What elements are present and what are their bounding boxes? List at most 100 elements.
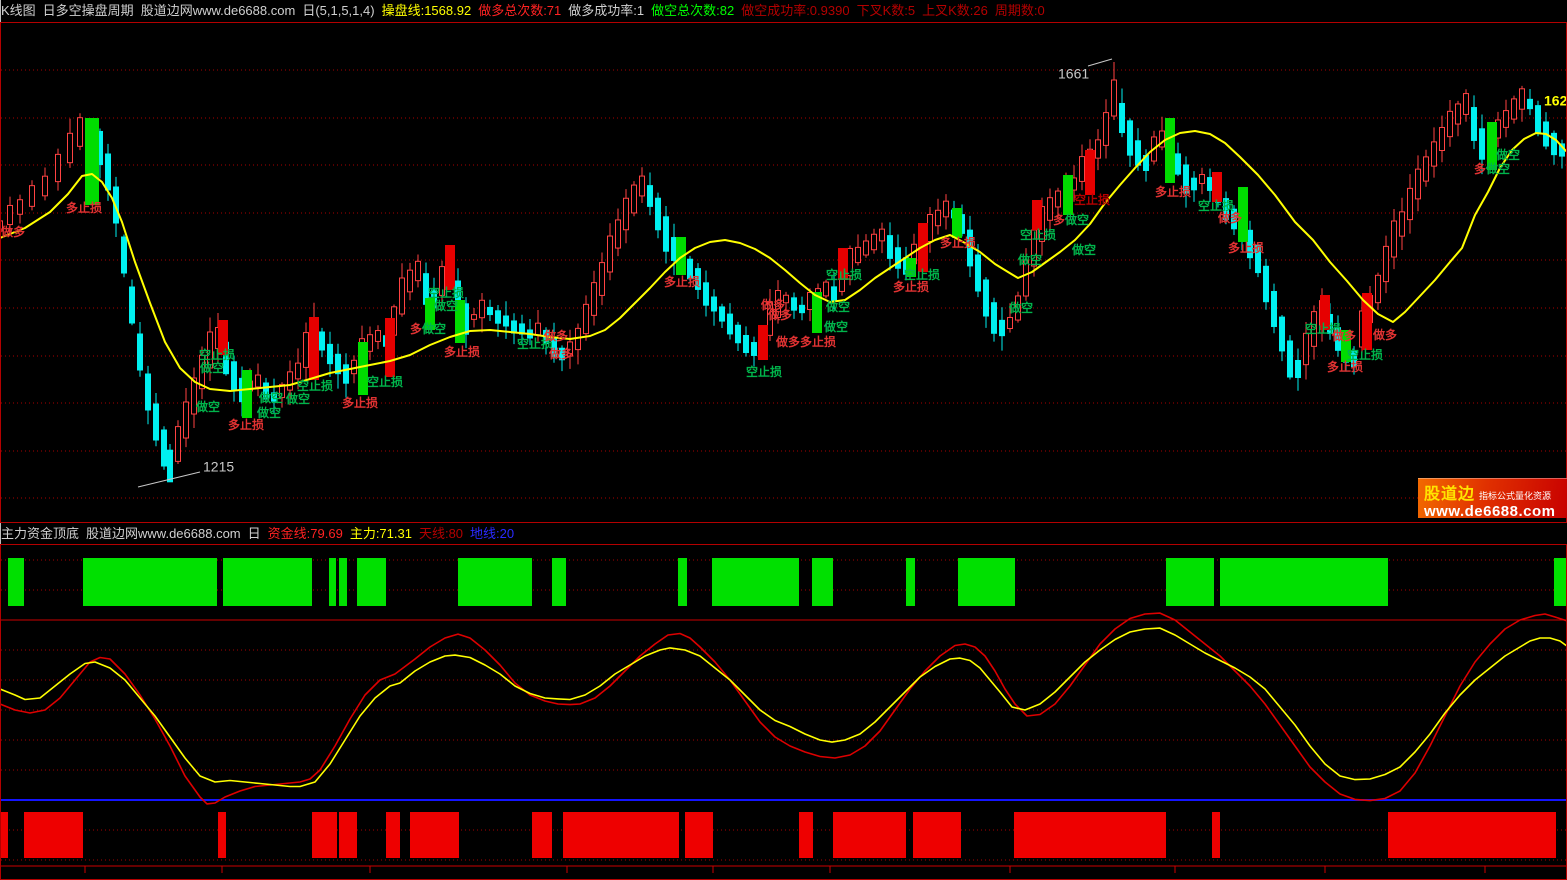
header-stat: 日 [248, 526, 261, 541]
short-phase-band [799, 812, 813, 858]
candle-up [1048, 198, 1053, 221]
long-phase-band [1220, 558, 1388, 606]
long-phase-band [357, 558, 386, 606]
candle-down [328, 344, 333, 363]
signal-label: 做多 [1217, 210, 1242, 225]
candle-up [1424, 157, 1429, 181]
short-phase-band [339, 812, 357, 858]
signal-label: 做空 [825, 299, 850, 314]
header-stat: K线图 [1, 3, 36, 18]
candle-up [1400, 212, 1405, 236]
header-stat: 天线:80 [419, 526, 463, 541]
signal-label: 空止损 [826, 267, 862, 282]
candle-up [296, 363, 301, 379]
candle-up [944, 201, 949, 217]
candle-down [1120, 103, 1125, 132]
signal-label: 做空 [199, 360, 224, 375]
candle-down [1264, 266, 1269, 301]
long-stop-signal-bar [309, 317, 319, 380]
signal-label: 做多 [1372, 327, 1397, 342]
candle-up [288, 372, 293, 390]
header-stat: 股道边网www.de6688.com [141, 3, 296, 18]
candle-up [1104, 113, 1109, 146]
candle-up [1376, 275, 1381, 302]
header-stat: 日多空操盘周期 [43, 3, 134, 18]
signal-label: 多 [1053, 212, 1065, 227]
signal-label: 做多 [0, 224, 25, 239]
candle-up [1464, 94, 1469, 115]
long-stop-signal-bar [385, 318, 395, 377]
short-signal-bar [1165, 118, 1175, 183]
candle-down [992, 303, 997, 334]
long-phase-band [8, 558, 24, 606]
header-stat: 主力:71.31 [350, 526, 412, 541]
long-phase-band [458, 558, 532, 606]
logo-url: www.de6688.com [1424, 504, 1567, 519]
candle-up [936, 210, 941, 225]
candle-up [1456, 104, 1461, 124]
candle-up [8, 205, 13, 224]
header-stat: 上叉K数:26 [922, 3, 988, 18]
candle-down [888, 236, 893, 259]
signal-label: 做多 [1331, 328, 1356, 343]
short-phase-band [563, 812, 679, 858]
fund-indicator-chart[interactable] [0, 544, 1567, 880]
signal-label: 空止损 [367, 374, 403, 389]
long-phase-band [223, 558, 312, 606]
signal-label: 做空 [433, 298, 458, 313]
header-stat: 地线:20 [470, 526, 514, 541]
candle-down [984, 280, 989, 316]
short-signal-bar [1063, 175, 1073, 215]
signal-label: 做空 [1017, 252, 1042, 267]
signal-label: 做多 [543, 328, 568, 343]
candle-down [1272, 292, 1277, 327]
long-phase-band [678, 558, 687, 606]
candle-down [792, 298, 797, 310]
candle-down [122, 237, 127, 273]
brand-logo-badge[interactable]: 股道边指标公式量化资源 www.de6688.com [1418, 478, 1567, 518]
candle-up [1520, 89, 1525, 109]
long-phase-band [958, 558, 1015, 606]
candle-down [704, 283, 709, 305]
candle-up [632, 185, 637, 213]
candle-up [1392, 221, 1397, 257]
candle-down [1192, 178, 1197, 190]
candle-up [43, 176, 48, 196]
main-candlestick-chart[interactable]: 做多多止损空止损做空做空多止损做空做空做空空止损多止损空止损多做空空止损做空多止… [0, 22, 1567, 523]
candle-down [1288, 341, 1293, 377]
signal-label: 多止损 [444, 344, 480, 359]
candle-down [154, 404, 159, 440]
short-phase-band [1014, 812, 1166, 858]
candle-down [1480, 129, 1485, 159]
long-phase-band [83, 558, 217, 606]
candle-up [68, 133, 73, 162]
signal-label: 空止损 [199, 347, 235, 362]
candle-down [672, 238, 677, 261]
signal-label: 空止损 [297, 378, 333, 393]
short-phase-band [685, 812, 713, 858]
signal-label: 多止损 [940, 235, 976, 250]
candle-down [504, 316, 509, 326]
candle-up [1416, 169, 1421, 199]
signal-label: 做空 [823, 319, 848, 334]
short-phase-band [913, 812, 961, 858]
signal-label: 做多 [767, 307, 792, 322]
candle-down [1552, 133, 1557, 154]
candle-down [146, 374, 151, 410]
long-phase-band [1166, 558, 1214, 606]
candle-up [1080, 157, 1085, 182]
signal-label: 多 [1474, 161, 1486, 176]
long-phase-band [812, 558, 833, 606]
candle-up [1512, 99, 1517, 119]
signal-label: 多止损 [664, 274, 700, 289]
signal-label: 做空 [195, 399, 220, 414]
long-phase-band [552, 558, 566, 606]
header-stat: 股道边网www.de6688.com [86, 526, 241, 541]
candle-down [648, 186, 653, 207]
long-phase-band [1554, 558, 1567, 606]
zhuli-line [0, 628, 1567, 786]
candle-down [1296, 360, 1301, 377]
signal-label: 做空 [1008, 300, 1033, 315]
short-phase-band [0, 812, 8, 858]
candle-up [416, 261, 421, 280]
